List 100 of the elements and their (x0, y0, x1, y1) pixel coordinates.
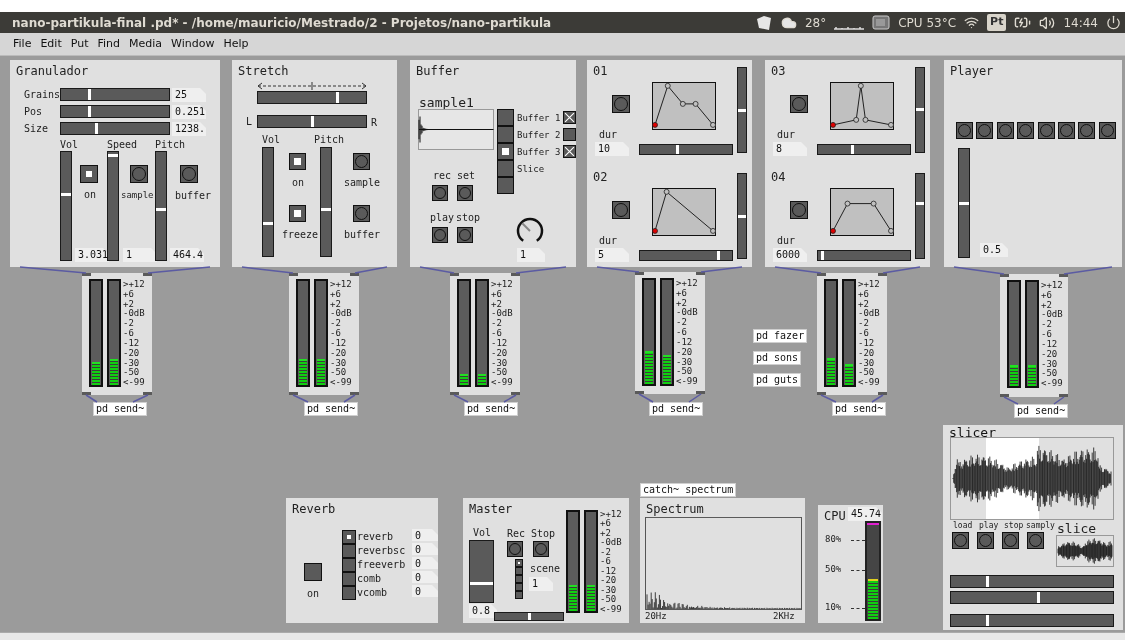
number-box[interactable]: 0 (412, 557, 438, 569)
number-box[interactable]: 0.251 (172, 105, 206, 119)
number-box[interactable]: 3.031 (75, 248, 109, 262)
number-box[interactable]: 0.5 (980, 243, 1008, 257)
object-box[interactable]: pd send~ (1014, 404, 1069, 418)
bang-button[interactable] (1078, 122, 1096, 139)
slider-thumb[interactable] (1036, 592, 1040, 603)
number-box[interactable]: 1 (529, 577, 553, 591)
number-box[interactable]: 5 (595, 248, 629, 262)
number-box[interactable]: 0 (412, 571, 438, 583)
number-box[interactable]: 1238. (172, 122, 206, 136)
slider-thumb[interactable] (94, 123, 98, 134)
horizontal-slider[interactable] (639, 250, 733, 261)
number-box[interactable]: 0.8 (469, 604, 497, 618)
slider-thumb[interactable] (738, 108, 746, 112)
horizontal-slider[interactable] (257, 115, 367, 128)
menu-item[interactable]: Find (97, 35, 120, 53)
number-box[interactable]: 6000 (773, 248, 807, 262)
menu-item[interactable]: Media (129, 35, 163, 53)
radio-cell[interactable] (497, 177, 514, 194)
radio-cell[interactable] (515, 583, 523, 591)
horizontal-slider[interactable] (639, 144, 733, 155)
object-box[interactable]: pd send~ (832, 402, 887, 416)
radio-cell[interactable] (342, 572, 356, 586)
slider-thumb[interactable] (88, 106, 92, 117)
slider-thumb[interactable] (717, 251, 721, 260)
number-box[interactable]: 25 (172, 88, 206, 102)
vertical-slider[interactable] (155, 151, 167, 261)
slider-thumb[interactable] (470, 582, 493, 586)
number-box[interactable]: 0 (412, 529, 438, 541)
slider-thumb[interactable] (310, 116, 314, 127)
slider-thumb[interactable] (321, 207, 331, 211)
horizontal-slider[interactable] (257, 91, 367, 104)
cpu-temperature[interactable]: CPU 53°C (898, 13, 957, 32)
menu-item[interactable]: Help (223, 35, 249, 53)
toggle[interactable] (304, 563, 322, 581)
keyboard-layout-indicator[interactable]: Pt (987, 14, 1007, 31)
slider-thumb[interactable] (985, 576, 989, 587)
object-box[interactable]: pd guts (753, 373, 802, 387)
volume-icon[interactable] (1039, 14, 1056, 31)
toggle[interactable] (289, 205, 306, 222)
checkbox[interactable] (563, 111, 576, 124)
vertical-slider[interactable] (469, 540, 494, 603)
number-box[interactable]: 464.4 (170, 248, 204, 262)
horizontal-scrollbar[interactable] (0, 632, 1125, 640)
radio-cell[interactable] (497, 160, 514, 177)
power-icon[interactable] (1106, 15, 1121, 30)
number-box[interactable]: 1 (517, 248, 545, 262)
object-box[interactable]: pd send~ (304, 402, 359, 416)
slider-thumb[interactable] (850, 145, 854, 154)
vertical-slider[interactable] (107, 151, 119, 261)
bang-button[interactable] (976, 122, 994, 139)
slider-thumb[interactable] (820, 251, 824, 260)
radio-cell[interactable] (515, 559, 523, 567)
slider-thumb[interactable] (88, 89, 92, 100)
vertical-slider[interactable] (262, 147, 274, 257)
horizontal-slider[interactable] (494, 612, 564, 621)
menu-item[interactable]: File (13, 35, 32, 53)
radio-cell[interactable] (342, 530, 356, 544)
bang-button[interactable] (1037, 122, 1055, 139)
radio-cell[interactable] (497, 109, 514, 126)
horizontal-slider[interactable] (60, 105, 170, 118)
horizontal-slider[interactable] (60, 122, 170, 135)
slider-thumb[interactable] (335, 92, 339, 103)
number-box[interactable]: 10 (595, 142, 629, 156)
radio-cell[interactable] (515, 591, 523, 599)
slider-thumb[interactable] (61, 192, 71, 196)
vertical-slider[interactable] (915, 173, 925, 259)
object-box[interactable]: catch~ spectrum (640, 483, 737, 497)
number-box[interactable]: 0 (412, 543, 438, 555)
bang-button[interactable] (1098, 122, 1116, 139)
slider-thumb[interactable] (916, 107, 924, 111)
number-box[interactable]: 0 (412, 585, 438, 597)
object-box[interactable]: pd send~ (464, 402, 519, 416)
slider-thumb[interactable] (738, 214, 746, 218)
chip-icon[interactable] (872, 15, 891, 30)
radio-cell[interactable] (515, 567, 523, 575)
horizontal-slider[interactable] (950, 575, 1114, 588)
vertical-slider[interactable] (737, 173, 747, 259)
slider-thumb[interactable] (676, 145, 680, 154)
number-box[interactable]: 8 (773, 142, 807, 156)
slider-thumb[interactable] (108, 154, 118, 158)
toggle[interactable] (80, 165, 98, 183)
number-box[interactable]: 45.74 (848, 507, 882, 521)
menu-item[interactable]: Window (171, 35, 215, 53)
bang-button[interactable] (996, 122, 1014, 139)
vertical-slider[interactable] (958, 148, 970, 258)
radio-cell[interactable] (342, 544, 356, 558)
paper-icon[interactable] (754, 14, 773, 31)
vertical-slider[interactable] (915, 67, 925, 153)
wifi-icon[interactable] (964, 15, 980, 30)
menu-item[interactable]: Edit (40, 35, 62, 53)
slider-thumb[interactable] (985, 615, 989, 626)
horizontal-slider[interactable] (817, 250, 911, 261)
radio-cell[interactable] (342, 558, 356, 572)
toggle[interactable] (289, 153, 306, 170)
horizontal-slider[interactable] (950, 614, 1114, 627)
clock[interactable]: 14:44 (1063, 13, 1098, 32)
horizontal-slider[interactable] (950, 591, 1114, 604)
checkbox[interactable] (563, 145, 576, 158)
